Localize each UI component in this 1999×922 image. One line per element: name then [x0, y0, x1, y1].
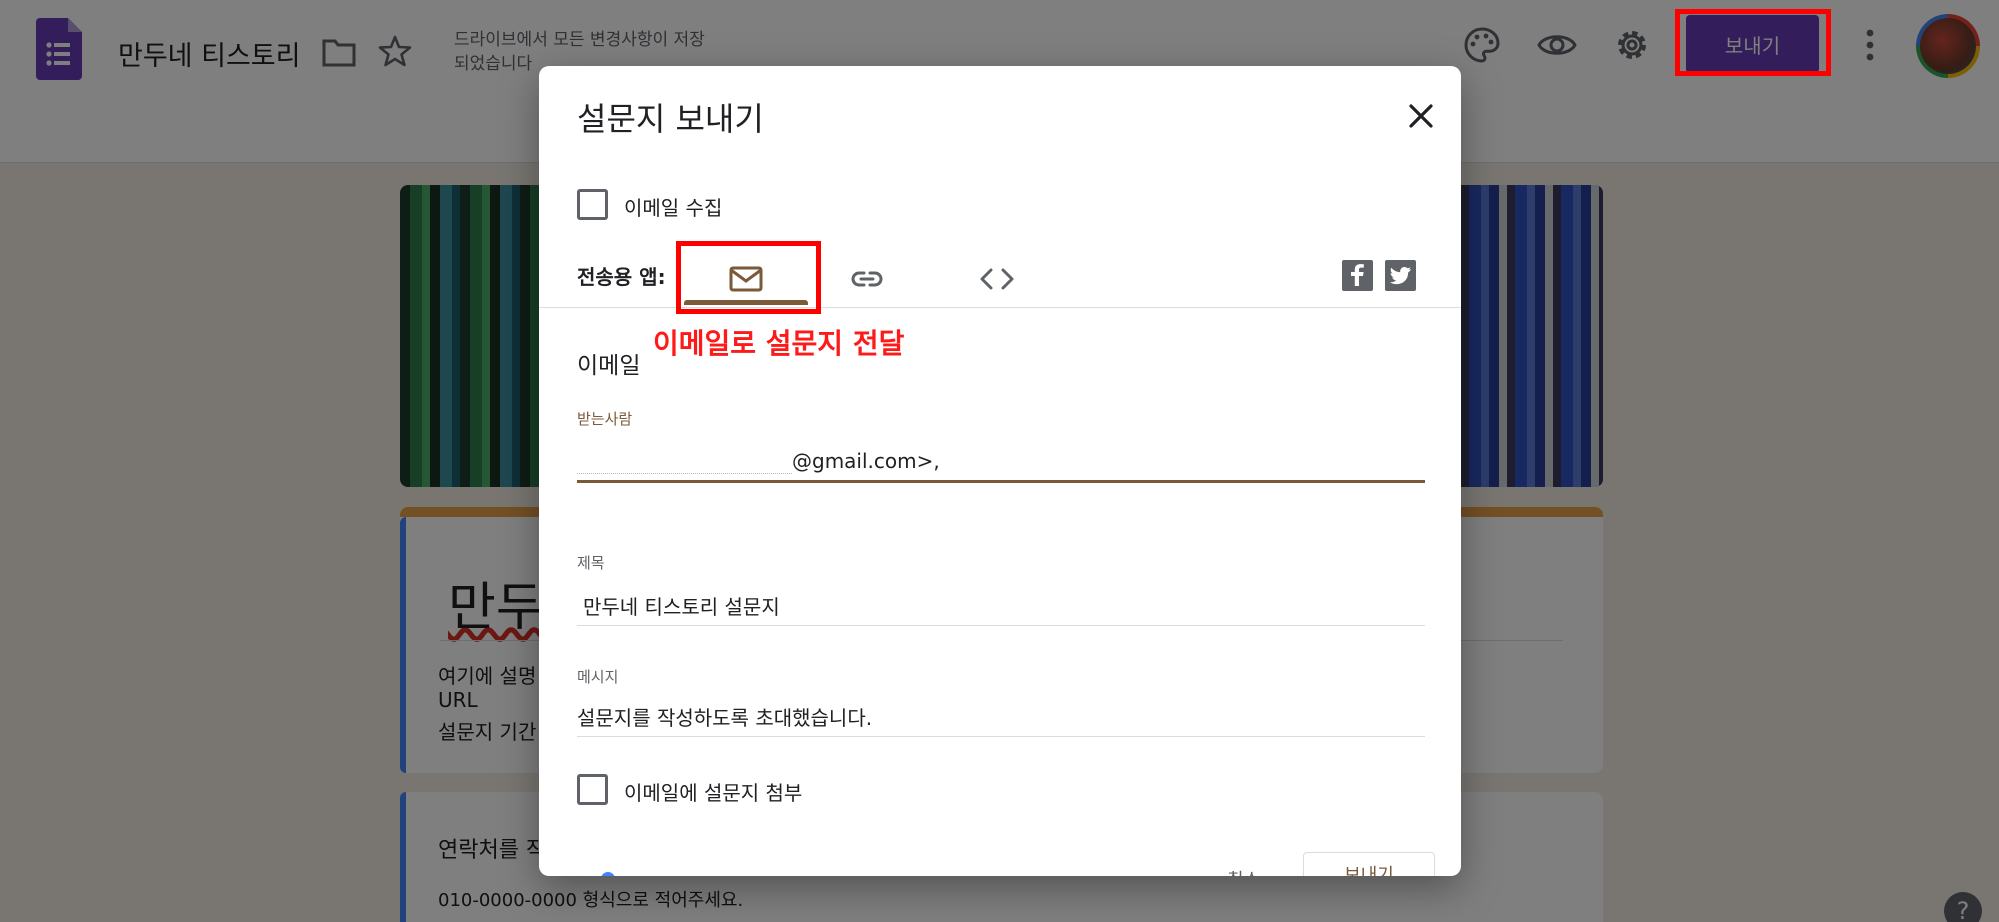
- message-field-label: 메시지: [577, 668, 619, 686]
- to-field-label: 받는사람: [577, 410, 633, 428]
- tab-link[interactable]: [817, 248, 917, 310]
- collect-email-label: 이메일 수집: [624, 196, 723, 220]
- to-field-value: @gmail.com>,: [792, 449, 940, 473]
- highlight-box-email-tab: [676, 241, 821, 314]
- embed-code-icon: [980, 268, 1014, 290]
- link-icon: [851, 271, 883, 287]
- close-icon[interactable]: [1401, 96, 1441, 136]
- cancel-button[interactable]: 취소: [1227, 866, 1260, 876]
- subject-field[interactable]: 만두네 티스토리 설문지: [583, 591, 1431, 620]
- facebook-share-icon[interactable]: [1342, 260, 1373, 291]
- highlight-box-send: [1675, 9, 1831, 76]
- dialog-send-button[interactable]: 보내기: [1303, 852, 1435, 876]
- message-field[interactable]: 설문지를 작성하도록 초대했습니다.: [577, 702, 1425, 731]
- send-form-dialog: 설문지 보내기 이메일 수집 전송용 앱: 이메일 받는사람 @gmail.co…: [539, 66, 1461, 876]
- tab-embed[interactable]: [947, 248, 1047, 310]
- to-field[interactable]: @gmail.com>,: [577, 449, 1425, 474]
- twitter-share-icon[interactable]: [1385, 260, 1416, 291]
- collect-email-checkbox[interactable]: [577, 189, 608, 220]
- dialog-title: 설문지 보내기: [577, 100, 764, 138]
- send-via-label: 전송용 앱:: [577, 265, 666, 289]
- include-form-checkbox[interactable]: [577, 774, 608, 805]
- option-indicator: [601, 872, 615, 876]
- redacted-address: [577, 451, 792, 474]
- include-form-label: 이메일에 설문지 첨부: [624, 781, 803, 805]
- section-title-email: 이메일: [577, 353, 641, 379]
- annotation-text: 이메일로 설문지 전달: [653, 327, 905, 360]
- subject-field-label: 제목: [577, 554, 605, 572]
